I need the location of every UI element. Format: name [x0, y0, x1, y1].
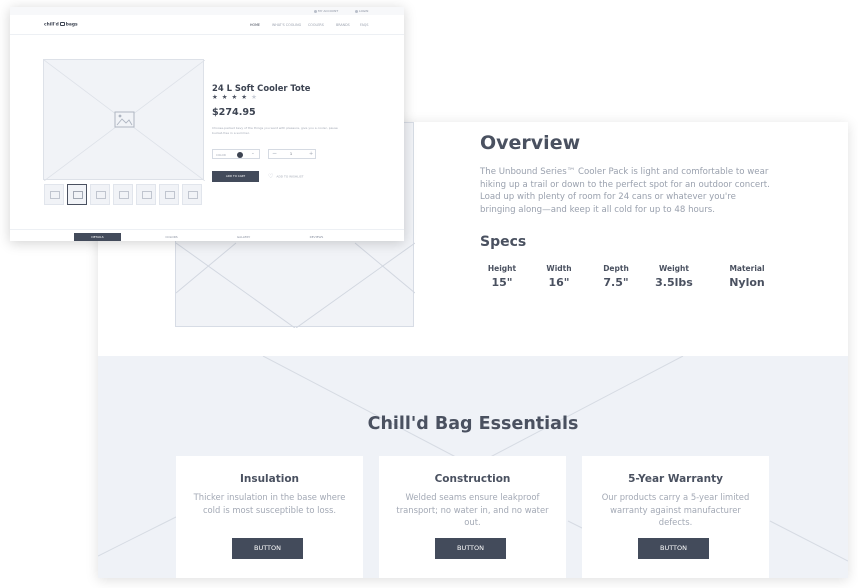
spec-height: Height 15" — [486, 264, 518, 289]
lock-icon — [355, 9, 358, 13]
thumbnail-1[interactable] — [44, 184, 64, 205]
thumbnail-4[interactable] — [113, 184, 133, 205]
logo-text-right: bags — [65, 22, 78, 28]
essentials-heading: Chill'd Bag Essentials — [367, 414, 579, 434]
image-placeholder-icon — [119, 191, 129, 199]
add-to-wishlist-link[interactable]: ♡ ADD TO WISHLIST — [268, 173, 303, 180]
card-text: Our products carry a 5-year limited warr… — [601, 492, 750, 528]
color-swatch — [237, 151, 243, 158]
card-button[interactable]: BUTTON — [638, 538, 709, 559]
image-placeholder-icon — [188, 191, 198, 199]
spec-weight: Weight 3.5lbs — [654, 264, 694, 289]
logo-text-left: chill'd — [44, 22, 59, 28]
card-title: Insulation — [239, 473, 300, 485]
quantity-stepper[interactable]: − 1 + — [268, 149, 316, 159]
tab-colors[interactable]: COLORS — [148, 233, 195, 241]
spec-label: Depth — [603, 264, 629, 273]
product-tabs: DETAILS COLORS GALLERY REVIEWS — [10, 229, 404, 241]
product-price: $274.95 — [212, 107, 256, 118]
card-text: Welded seams ensure leakproof transport;… — [396, 492, 549, 528]
login-label: LOGIN — [359, 9, 369, 13]
overview-description: The Unbound Series™ Cooler Pack is light… — [480, 167, 770, 215]
chevron-down-icon: ⌄ — [251, 151, 255, 156]
star-empty-icon: ★ — [251, 93, 258, 101]
brand-logo[interactable]: chill'd bags — [44, 22, 78, 28]
thumbnail-6[interactable] — [159, 184, 179, 205]
image-placeholder-icon — [73, 191, 83, 199]
spec-value: Nylon — [729, 276, 765, 289]
spec-label: Width — [546, 264, 572, 273]
product-description: Choose-packed bevy of the things you wan… — [212, 126, 338, 135]
add-to-cart-button[interactable]: ADD TO CART — [212, 171, 259, 182]
card-title: Construction — [434, 473, 511, 485]
nav-whats-cooling[interactable]: WHAT'S COOLING — [272, 23, 301, 27]
spec-label: Height — [487, 264, 517, 273]
utility-bar: MY ACCOUNT LOGIN — [10, 7, 404, 15]
star-filled-icons: ★ ★ ★ ★ — [212, 93, 249, 101]
tab-reviews[interactable]: REVIEWS — [293, 233, 340, 241]
nav-brands[interactable]: BRANDS — [336, 23, 350, 27]
quantity-increase-button[interactable]: + — [309, 150, 313, 158]
image-placeholder-icon — [50, 191, 60, 199]
card-text: Thicker insulation in the base where col… — [193, 492, 346, 515]
nav-home[interactable]: HOME — [250, 23, 260, 27]
thumbnail-2[interactable] — [67, 184, 87, 205]
color-select[interactable]: COLOR ⌄ — [212, 149, 260, 159]
heart-icon: ♡ — [268, 173, 274, 180]
card-button[interactable]: BUTTON — [435, 538, 506, 559]
image-placeholder-icon — [165, 191, 175, 199]
spec-material: Material Nylon — [726, 264, 768, 289]
spec-value: 16" — [548, 276, 570, 289]
tab-details[interactable]: DETAILS — [74, 233, 121, 241]
spec-value: 15" — [491, 276, 513, 289]
overview-heading: Overview — [480, 132, 581, 154]
tab-gallery[interactable]: GALLERY — [220, 233, 267, 241]
specs-heading: Specs — [480, 234, 527, 250]
spec-depth: Depth 7.5" — [600, 264, 632, 289]
feature-card-insulation: Insulation Thicker insulation in the bas… — [176, 456, 363, 578]
card-title: 5-Year Warranty — [628, 473, 723, 485]
feature-card-warranty: 5-Year Warranty Our products carry a 5-y… — [582, 456, 769, 578]
spec-value: 3.5lbs — [655, 276, 693, 289]
color-select-label: COLOR — [216, 152, 226, 157]
feature-card-construction: Construction Welded seams ensure leakpro… — [379, 456, 566, 578]
product-title: 24 L Soft Cooler Tote — [212, 83, 311, 93]
main-navigation: chill'd bags HOME WHAT'S COOLING COOLERS … — [10, 15, 404, 35]
login-link[interactable]: LOGIN — [355, 9, 368, 13]
spec-label: Material — [729, 264, 765, 273]
my-account-label: MY ACCOUNT — [318, 9, 339, 13]
nav-faqs[interactable]: FAQS — [360, 23, 368, 27]
spec-label: Weight — [659, 264, 689, 273]
my-account-link[interactable]: MY ACCOUNT — [314, 9, 338, 13]
quantity-decrease-button[interactable]: − — [272, 150, 277, 158]
image-placeholder-icon — [142, 191, 152, 199]
thumbnail-5[interactable] — [136, 184, 156, 205]
thumbnail-3[interactable] — [90, 184, 110, 205]
product-detail-page: MY ACCOUNT LOGIN chill'd bags HOME WHAT'S… — [10, 7, 404, 241]
cooler-icon — [59, 22, 65, 26]
thumbnail-7[interactable] — [182, 184, 202, 205]
essentials-section: Chill'd Bag Essentials Insulation Thicke… — [98, 356, 848, 578]
product-main-image[interactable] — [43, 59, 205, 181]
card-button[interactable]: BUTTON — [232, 538, 303, 559]
spec-width: Width 16" — [543, 264, 575, 289]
image-placeholder-icon — [44, 60, 205, 181]
user-icon — [314, 9, 317, 13]
quantity-value: 1 — [290, 152, 293, 156]
nav-coolers[interactable]: COOLERS — [308, 23, 324, 27]
image-placeholder-icon — [96, 191, 106, 199]
wishlist-label: ADD TO WISHLIST — [276, 174, 304, 179]
spec-value: 7.5" — [603, 276, 629, 289]
star-rating: ★ ★ ★ ★ ★ — [212, 93, 258, 101]
